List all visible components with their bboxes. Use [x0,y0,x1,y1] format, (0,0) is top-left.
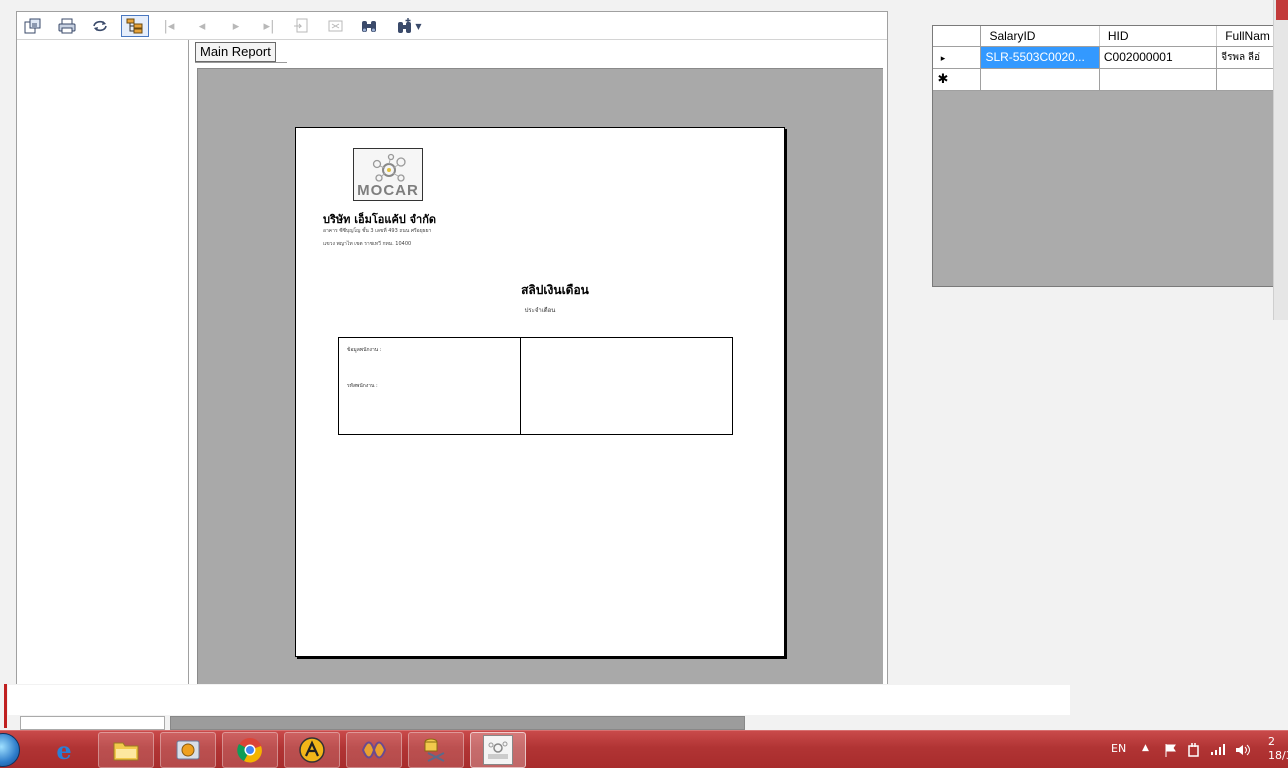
status-bar [8,685,1070,715]
company-logo: MOCAR [353,148,423,201]
company-address-line-2: แขวง พญาไท เขต ราชเทวี กทม. 10400 [323,241,412,247]
show-hidden-icons-icon[interactable]: ▲ [1142,743,1149,753]
company-address-line-1: อาคาร ซีซีบุญโญ ชั้น 3 เลขที่ 493 ถนน ศร… [323,228,432,234]
taskbar-item-file-explorer[interactable] [98,732,154,768]
export-icon[interactable] [21,15,45,37]
new-row[interactable]: ✱ [933,68,1277,91]
binoculars-icon[interactable] [357,15,381,37]
report-page: MOCAR บริษัท เอ็มโอแค้ป จำกัด อาคาร ซีซี… [295,127,785,657]
refresh-icon[interactable] [88,15,112,37]
new-row-icon: ✱ [937,71,949,86]
zoom-icon[interactable]: ▼ [391,15,427,37]
volume-icon[interactable] [1235,743,1251,760]
column-header-hid[interactable]: HID [1099,26,1218,47]
chevron-down-icon: ▼ [415,21,422,31]
tab-main-report[interactable]: Main Report [195,42,276,62]
slip-title: สลิปเงินเดือน [521,283,589,297]
report-toolbar: |◂ ◂ ▸ ▸| ▼ [17,12,887,40]
report-tab-strip: Main Report [189,40,887,66]
ghost-panel-right [170,716,745,730]
new-cell-salaryid[interactable] [980,68,1100,91]
current-row-icon: ▸ [940,53,946,63]
column-header-salaryid[interactable]: SalaryID [980,26,1100,47]
group-tree-icon[interactable] [121,15,149,37]
employee-code-label: รหัสพนักงาน : [347,383,378,389]
new-cell-hid[interactable] [1099,68,1218,91]
window-close-edge[interactable] [1276,0,1288,20]
network-signal-icon[interactable] [1210,743,1226,758]
visual-studio-icon [360,736,388,764]
action-center-flag-icon[interactable] [1163,743,1179,760]
power-icon[interactable] [1187,743,1201,760]
window-scrollbar[interactable] [1273,0,1288,320]
last-page-icon[interactable]: ▸| [257,15,281,37]
taskbar-item-chrome[interactable] [222,732,278,768]
ghost-panel-left [20,716,165,730]
input-language-indicator[interactable]: EN [1111,742,1126,755]
taskbar-item-internet-explorer[interactable]: e [36,732,92,768]
taskbar: e EN ▲ 2 18/ [0,730,1288,768]
system-clock[interactable]: 2 18/3 [1268,735,1288,763]
database-tool-icon [422,736,450,764]
next-page-icon[interactable]: ▸ [224,15,248,37]
folder-icon [112,736,140,764]
media-player-icon [174,736,202,764]
report-preview-area[interactable]: MOCAR บริษัท เอ็มโอแค้ป จำกัด อาคาร ซีซี… [197,68,883,685]
first-page-icon[interactable]: |◂ [157,15,181,37]
group-tree-panel[interactable] [17,40,189,685]
slip-subtitle: ประจำเดือน [524,307,556,314]
tab-underline [195,62,287,63]
table-row[interactable]: ▸ SLR-5503C0020... C002000001 จีรพล ลีอ่ [933,46,1277,69]
info-divider [520,338,521,434]
printer-icon[interactable] [55,15,79,37]
report-viewer: |◂ ◂ ▸ ▸| ▼ Main Report MOCAR บริษัท เอ็… [16,11,888,685]
row-header[interactable]: ▸ [933,46,982,69]
clock-time: 2 [1268,735,1275,748]
clock-date: 18/3 [1268,749,1288,762]
row-header[interactable]: ✱ [933,68,982,91]
taskbar-item-media-player[interactable] [160,732,216,768]
taskbar-item-mocar-app[interactable] [470,732,526,768]
taskbar-item-visual-studio[interactable] [346,732,402,768]
gears-icon [372,153,406,182]
employee-info-box: ข้อมูลพนักงาน : รหัสพนักงาน : [338,337,733,435]
new-cell-fullname[interactable] [1216,68,1277,91]
salary-data-grid[interactable]: SalaryID HID FullNam ▸ SLR-5503C0020... … [932,25,1278,287]
taskbar-item-database-tool[interactable] [408,732,464,768]
taskbar-item-app-a[interactable] [284,732,340,768]
start-button[interactable] [0,733,20,767]
row-header-corner [933,26,982,47]
red-edge-line [4,684,7,728]
goto-page-icon[interactable] [290,15,314,37]
cell-hid[interactable]: C002000001 [1099,46,1218,69]
cell-fullname[interactable]: จีรพล ลีอ่ [1216,46,1277,69]
employee-info-label: ข้อมูลพนักงาน : [347,347,382,353]
chrome-icon [236,736,264,764]
cell-salaryid[interactable]: SLR-5503C0020... [980,46,1100,69]
previous-page-icon[interactable]: ◂ [190,15,214,37]
close-view-icon[interactable] [324,15,348,37]
grid-header-row: SalaryID HID FullNam [933,26,1277,47]
column-header-fullname[interactable]: FullNam [1216,26,1277,47]
mocar-app-icon [483,735,513,765]
internet-explorer-icon: e [56,735,72,765]
company-name: บริษัท เอ็มโอแค้ป จำกัด [323,213,437,226]
circle-a-icon [298,736,326,764]
